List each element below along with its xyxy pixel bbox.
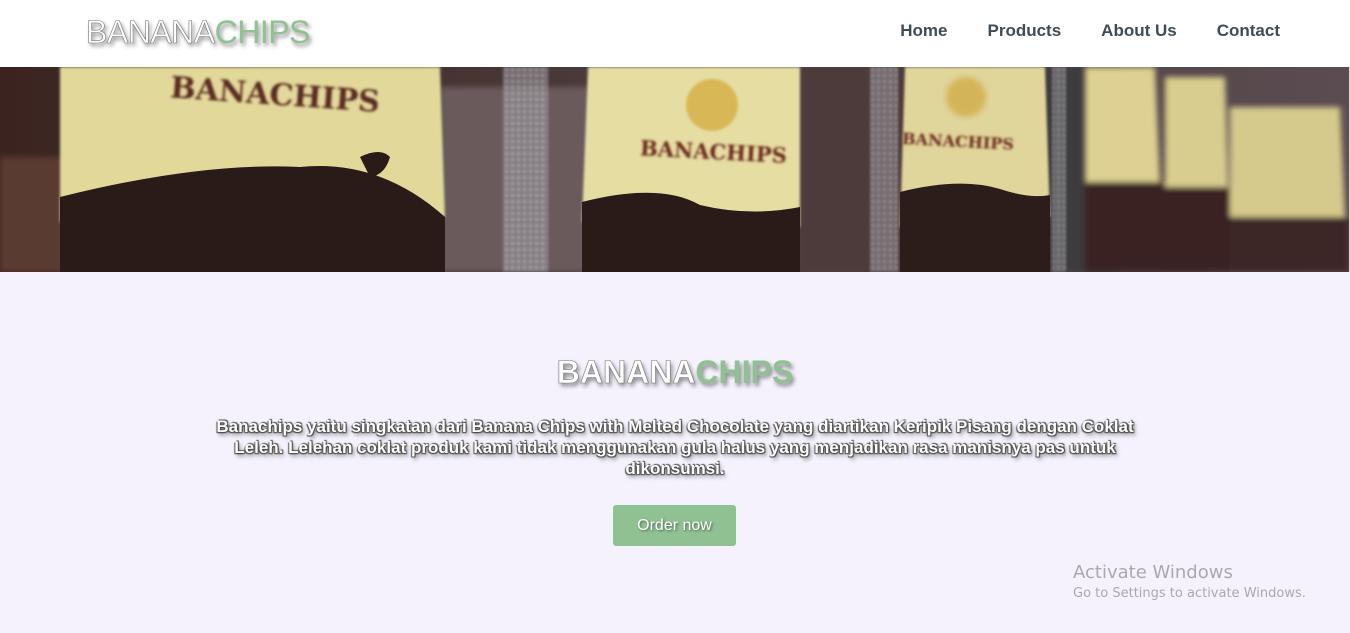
brand-title-chips-text: CHIPS [695, 354, 794, 390]
brand-description: Banachips yaitu singkatan dari Banana Ch… [216, 417, 1134, 478]
watermark-subtitle: Go to Settings to activate Windows. [1073, 586, 1306, 601]
brand-title: BANANACHIPS [0, 354, 1350, 391]
navbar: BANANACHIPS Home Products About Us Conta… [0, 0, 1350, 67]
watermark-title: Activate Windows [1073, 562, 1233, 583]
logo-banana-text: BANANA [86, 14, 216, 51]
product-bag-3: BANACHIPS [900, 67, 1050, 272]
product-bag-1: BANACHIPS [60, 67, 445, 272]
nav-link-home[interactable]: Home [900, 21, 947, 41]
nav-link-products[interactable]: Products [987, 21, 1061, 41]
brand-title-banana-text: BANANA [556, 354, 696, 391]
nav-menu: Home Products About Us Contact [860, 21, 1280, 41]
nav-link-contact[interactable]: Contact [1217, 21, 1280, 41]
product-bag-2: BANACHIPS [582, 67, 800, 272]
nav-link-about-us[interactable]: About Us [1101, 21, 1177, 41]
logo-chips-text: CHIPS [214, 14, 311, 50]
logo[interactable]: BANANACHIPS [86, 14, 311, 51]
hero-product-photo: BANACHIPS BANACHIPS BANACHIPS [0, 67, 1349, 272]
bag-2-chips-logo [686, 79, 738, 131]
windows-activation-watermark: Activate Windows Go to Settings to activ… [1073, 562, 1306, 604]
order-now-button[interactable]: Order now [613, 505, 736, 546]
hero-banner: BANACHIPS BANACHIPS BANACHIPS [0, 67, 1349, 272]
